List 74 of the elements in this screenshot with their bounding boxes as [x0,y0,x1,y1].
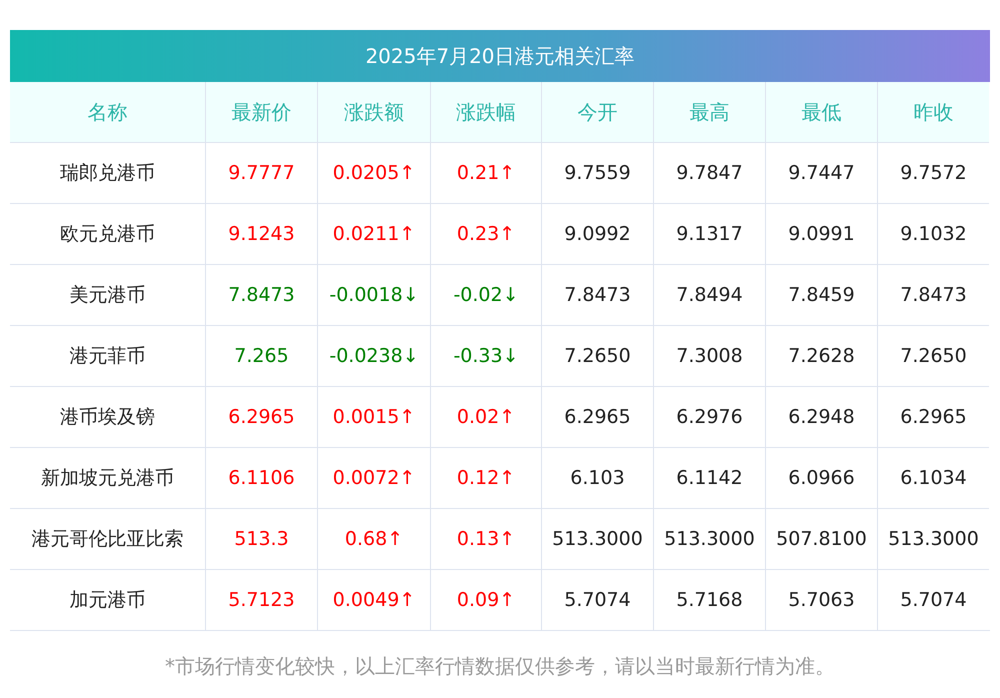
table-cell: 9.7559 [541,143,653,204]
table-cell: 6.1142 [653,448,765,509]
table-cell: 7.3008 [653,326,765,387]
table-cell: 0.68↑ [317,509,430,570]
table-cell: 507.8100 [765,509,877,570]
column-header: 今开 [541,82,653,143]
table-cell: 7.8494 [653,265,765,326]
table-cell: 0.0049↑ [317,570,430,630]
currency-pair-cell: 港元菲币 [10,326,205,387]
table-cell: 0.23↑ [430,204,541,265]
table-cell: 5.7063 [765,570,877,630]
table-cell: -0.33↓ [430,326,541,387]
currency-pair-cell: 港元哥伦比亚比索 [10,509,205,570]
table-cell: 7.8459 [765,265,877,326]
table-cell: 7.2628 [765,326,877,387]
table-cell: 6.1106 [205,448,317,509]
footnote: *市场行情变化较快，以上汇率行情数据仅供参考，请以当时最新行情为准。 [164,653,836,680]
table-cell: 0.21↑ [430,143,541,204]
table-cell: 0.09↑ [430,570,541,630]
table-cell: 0.13↑ [430,509,541,570]
table-cell: 0.12↑ [430,448,541,509]
table-cell: 9.7572 [877,143,989,204]
column-header: 最高 [653,82,765,143]
table-cell: 6.2965 [877,387,989,448]
table-cell: 0.0072↑ [317,448,430,509]
table-cell: 6.2976 [653,387,765,448]
table-cell: 9.7447 [765,143,877,204]
currency-pair-cell: 瑞郎兑港币 [10,143,205,204]
table-cell: 7.265 [205,326,317,387]
table-cell: 513.3 [205,509,317,570]
table-cell: -0.02↓ [430,265,541,326]
currency-pair-cell-text: 加元港币 [68,588,146,613]
table-cell: 6.0966 [765,448,877,509]
column-header: 最低 [765,82,877,143]
table-cell: 5.7168 [653,570,765,630]
table-cell: 7.8473 [205,265,317,326]
table-cell: 513.3000 [877,509,989,570]
table-cell: 513.3000 [653,509,765,570]
table-cell: 5.7074 [541,570,653,630]
table-cell: 5.7074 [877,570,989,630]
table-cell: 9.0991 [765,204,877,265]
table-cell: 7.8473 [541,265,653,326]
column-header: 涨跌幅 [430,82,541,143]
column-header: 昨收 [877,82,989,143]
table-cell: 0.0015↑ [317,387,430,448]
table-cell: 9.1317 [653,204,765,265]
table-cell: 0.0205↑ [317,143,430,204]
table-cell: 0.02↑ [430,387,541,448]
currency-pair-cell: 港币埃及镑 [10,387,205,448]
table-cell: 9.7777 [205,143,317,204]
table-cell: 9.1032 [877,204,989,265]
table-cell: 5.7123 [205,570,317,630]
column-header: 涨跌额 [317,82,430,143]
table-cell: 513.3000 [541,509,653,570]
table-title: 2025年7月20日港元相关汇率 [10,30,990,82]
table-cell: 6.103 [541,448,653,509]
currency-pair-cell: 欧元兑港币 [10,204,205,265]
column-header: 最新价 [205,82,317,143]
table-cell: 0.0211↑ [317,204,430,265]
table-cell: 6.1034 [877,448,989,509]
table-cell: 9.7847 [653,143,765,204]
table-cell: 6.2965 [541,387,653,448]
table-cell: -0.0018↓ [317,265,430,326]
table-cell: 9.0992 [541,204,653,265]
table-cell: 7.8473 [877,265,989,326]
table-cell: -0.0238↓ [317,326,430,387]
table-cell: 6.2965 [205,387,317,448]
currency-pair-cell: 美元港币 [10,265,205,326]
column-header: 名称 [10,82,205,143]
table-cell: 7.2650 [877,326,989,387]
table-cell: 9.1243 [205,204,317,265]
currency-pair-cell: 新加坡元兑港币 [10,448,205,509]
table-cell: 6.2948 [765,387,877,448]
table-cell: 7.2650 [541,326,653,387]
